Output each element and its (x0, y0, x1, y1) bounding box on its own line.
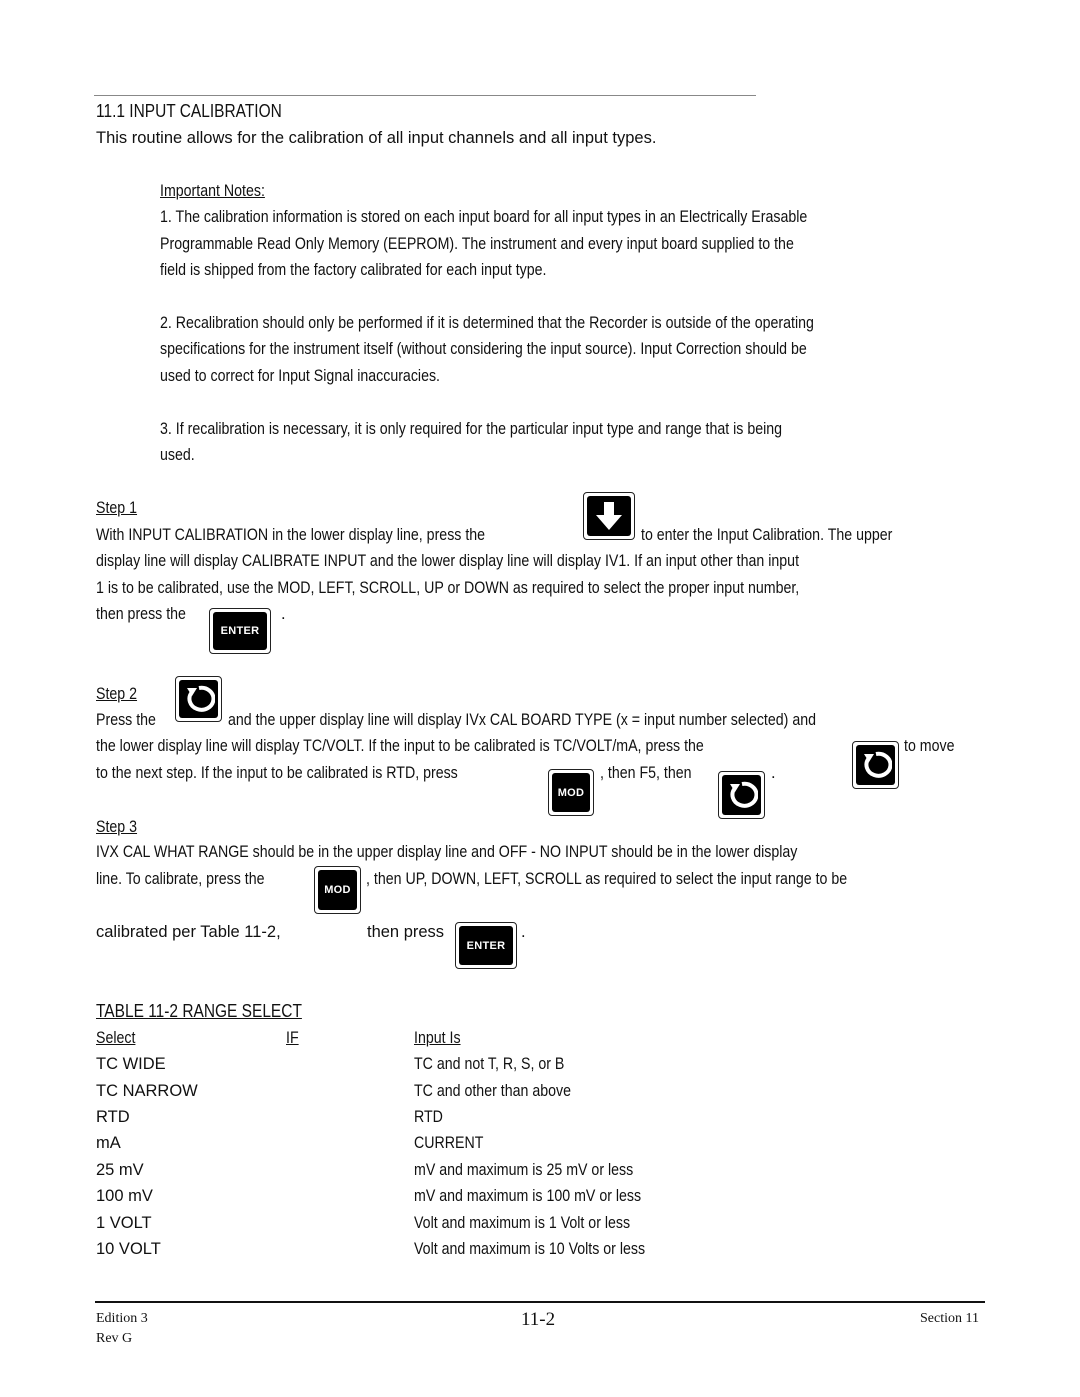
table-row-input-is: Volt and maximum is 1 Volt or less (414, 1214, 631, 1232)
down-arrow-icon (587, 496, 631, 536)
step-3-title: Step 3 (96, 818, 138, 836)
table-header-select: Select (96, 1029, 136, 1047)
mod-key-label: MOD (552, 773, 590, 812)
table-title: TABLE 11-2 RANGE SELECT (96, 1001, 302, 1021)
mod-key-button[interactable]: MOD (314, 866, 361, 914)
note-1-line-3: field is shipped from the factory calibr… (160, 261, 547, 279)
mod-key-button[interactable]: MOD (548, 769, 594, 816)
step-1-line-1-after: to enter the Input Calibration. The uppe… (641, 526, 893, 544)
step-1-title: Step 1 (96, 499, 138, 517)
step-2-line-3-after: . (771, 764, 776, 782)
intro-text: This routine allows for the calibration … (96, 129, 657, 147)
step-2-line-3-before: to the next step. If the input to be cal… (96, 764, 458, 782)
table-row-input-is: TC and other than above (414, 1082, 571, 1100)
section-heading: 11.1 INPUT CALIBRATION (96, 101, 282, 121)
enter-key-button[interactable]: ENTER (209, 608, 271, 654)
footer-page-number: 11-2 (521, 1309, 556, 1330)
step-3-line-2-before: line. To calibrate, press the (96, 870, 265, 888)
table-row-input-is: mV and maximum is 25 mV or less (414, 1161, 634, 1179)
step-3-line-2-after: , then UP, DOWN, LEFT, SCROLL as require… (366, 870, 848, 888)
note-3-line-2: used. (160, 446, 195, 464)
table-row-input-is: Volt and maximum is 10 Volts or less (414, 1240, 646, 1258)
table-row-input-is: RTD (414, 1108, 443, 1126)
note-3-line-1: 3. If recalibration is necessary, it is … (160, 420, 783, 438)
mod-key-label: MOD (318, 870, 357, 910)
footer-section: Section 11 (920, 1311, 979, 1326)
scroll-cycle-icon (179, 680, 218, 718)
note-1-line-2: Programmable Read Only Memory (EEPROM). … (160, 235, 794, 253)
step-2-title: Step 2 (96, 685, 138, 703)
footer-edition: Edition 3 (96, 1311, 148, 1326)
table-row-select: TC NARROW (96, 1082, 198, 1100)
step-3-line-3-after: . (521, 923, 526, 941)
down-key-button[interactable] (583, 492, 635, 540)
table-row-select: 10 VOLT (96, 1240, 161, 1258)
table-row-input-is: mV and maximum is 100 mV or less (414, 1187, 642, 1205)
scroll-key-button[interactable] (718, 771, 765, 819)
step-1-line-4-before: then press the (96, 605, 186, 623)
scroll-cycle-icon (856, 745, 895, 785)
note-2-line-2: specifications for the instrument itself… (160, 340, 807, 358)
table-row-input-is: TC and not T, R, S, or B (414, 1055, 565, 1073)
table-row-select: 25 mV (96, 1161, 144, 1179)
note-1-line-1: 1. The calibration information is stored… (160, 208, 808, 226)
note-2-line-1: 2. Recalibration should only be performe… (160, 314, 814, 332)
step-2-line-2-after: to move (904, 737, 955, 755)
step-1-line-1-before: With INPUT CALIBRATION in the lower disp… (96, 526, 486, 544)
table-row-select: RTD (96, 1108, 130, 1126)
step-2-line-2-before: the lower display line will display TC/V… (96, 737, 704, 755)
table-row-select: TC WIDE (96, 1055, 166, 1073)
note-2-line-3: used to correct for Input Signal inaccur… (160, 367, 441, 385)
footer-rev: Rev G (96, 1331, 133, 1346)
enter-key-label: ENTER (459, 926, 513, 965)
enter-key-button[interactable]: ENTER (455, 922, 517, 969)
scroll-key-button[interactable] (175, 676, 222, 722)
table-header-input-is: Input Is (414, 1029, 461, 1047)
step-1-line-2: display line will display CALIBRATE INPU… (96, 552, 800, 570)
step-3-line-3-a: calibrated per Table 11-2, (96, 923, 281, 941)
top-rule (94, 95, 756, 96)
step-1-line-4-after: . (281, 605, 286, 623)
step-2-line-1-before: Press the (96, 711, 156, 729)
step-1-line-3: 1 is to be calibrated, use the MOD, LEFT… (96, 579, 800, 597)
table-row-select: mA (96, 1134, 121, 1152)
step-3-line-3-b: then press (367, 923, 445, 941)
enter-key-label: ENTER (213, 612, 267, 650)
scroll-key-button[interactable] (852, 741, 899, 789)
table-header-if: IF (286, 1029, 299, 1047)
step-2-line-1-after: and the upper display line will display … (228, 711, 816, 729)
table-row-select: 100 mV (96, 1187, 153, 1205)
step-3-line-1: IVX CAL WHAT RANGE should be in the uppe… (96, 843, 798, 861)
notes-title: Important Notes: (160, 182, 265, 200)
step-2-line-3-mid: , then F5, then (600, 764, 692, 782)
footer-rule (95, 1301, 985, 1303)
table-row-input-is: CURRENT (414, 1134, 484, 1152)
scroll-cycle-icon (722, 775, 761, 815)
table-row-select: 1 VOLT (96, 1214, 152, 1232)
